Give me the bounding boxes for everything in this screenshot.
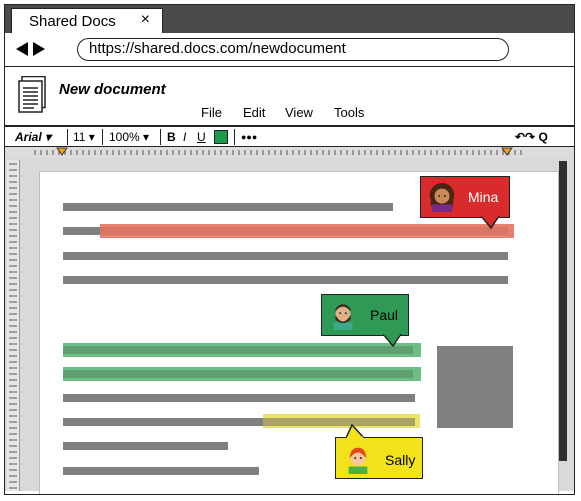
image-placeholder[interactable] [437,346,513,428]
font-size-value: 11 [73,130,86,144]
font-select[interactable]: Arial ▾ [15,130,51,144]
scrollbar[interactable] [559,161,567,461]
text-line [63,467,259,475]
menu-edit[interactable]: Edit [243,105,265,120]
zoom-select[interactable]: 100% ▾ [109,130,149,144]
avatar-paul [333,304,353,330]
bubble-tail [481,216,500,230]
comment-author-paul: Paul [370,307,399,323]
format-toolbar: Arial ▾ 11 ▾ 100% ▾ B I U ●●● ↶↷ Q [5,127,574,147]
menu-view[interactable]: View [285,105,313,120]
text-line [63,252,508,260]
comment-author-mina: Mina [468,189,499,205]
ruler-ticks [34,147,522,156]
forward-arrow-icon[interactable] [33,42,45,56]
text-line [63,346,413,354]
menu-file[interactable]: File [201,105,222,120]
text-line [63,370,413,378]
highlight-mina[interactable] [100,224,514,238]
toolbar-divider [102,129,103,145]
url-bar[interactable]: https://shared.docs.com/newdocument [77,38,509,61]
vertical-ruler-ticks [9,163,17,489]
vertical-ruler[interactable] [7,160,20,491]
bubble-tail [383,334,402,348]
zoom-value: 100% [109,130,140,144]
text-line [63,276,508,284]
tab-strip: Shared Docs × [5,5,574,33]
avatar-mina [429,182,455,212]
font-size-select[interactable]: 11 ▾ [73,130,95,144]
horizontal-ruler[interactable] [5,147,574,158]
text-line [63,394,415,402]
tab-shared-docs[interactable]: Shared Docs × [11,8,163,33]
tab-title: Shared Docs [29,12,116,30]
text-color-button[interactable] [214,130,228,144]
document-icon [18,76,46,113]
comment-mina[interactable]: Mina [420,176,510,230]
toolbar-divider [160,129,161,145]
underline-button[interactable]: U [197,130,206,144]
bubble-tail [346,424,366,438]
toolbar-divider [67,129,68,145]
text-line [63,203,393,211]
browser-window: Shared Docs × https://shared.docs.com/ne… [4,4,575,495]
comment-sally[interactable]: Sally [335,424,423,479]
menu-tools[interactable]: Tools [334,105,364,120]
document-title[interactable]: New document [59,81,166,98]
tab-close-icon[interactable]: × [141,11,150,29]
back-arrow-icon[interactable] [16,42,28,56]
avatar-sally [348,447,368,474]
comment-author-sally: Sally [385,452,416,468]
address-row: https://shared.docs.com/newdocument [5,33,574,67]
bold-button[interactable]: B [167,130,176,144]
comment-paul[interactable]: Paul [321,294,409,348]
toolbar-divider [234,129,235,145]
text-line [63,442,228,450]
text-line [263,418,415,426]
more-options-button[interactable]: ●●● [241,132,257,142]
text-line [63,418,263,426]
italic-button[interactable]: I [183,130,186,144]
undo-redo-search-icons[interactable]: ↶↷ Q [515,130,548,144]
font-select-value: Arial [15,130,42,144]
